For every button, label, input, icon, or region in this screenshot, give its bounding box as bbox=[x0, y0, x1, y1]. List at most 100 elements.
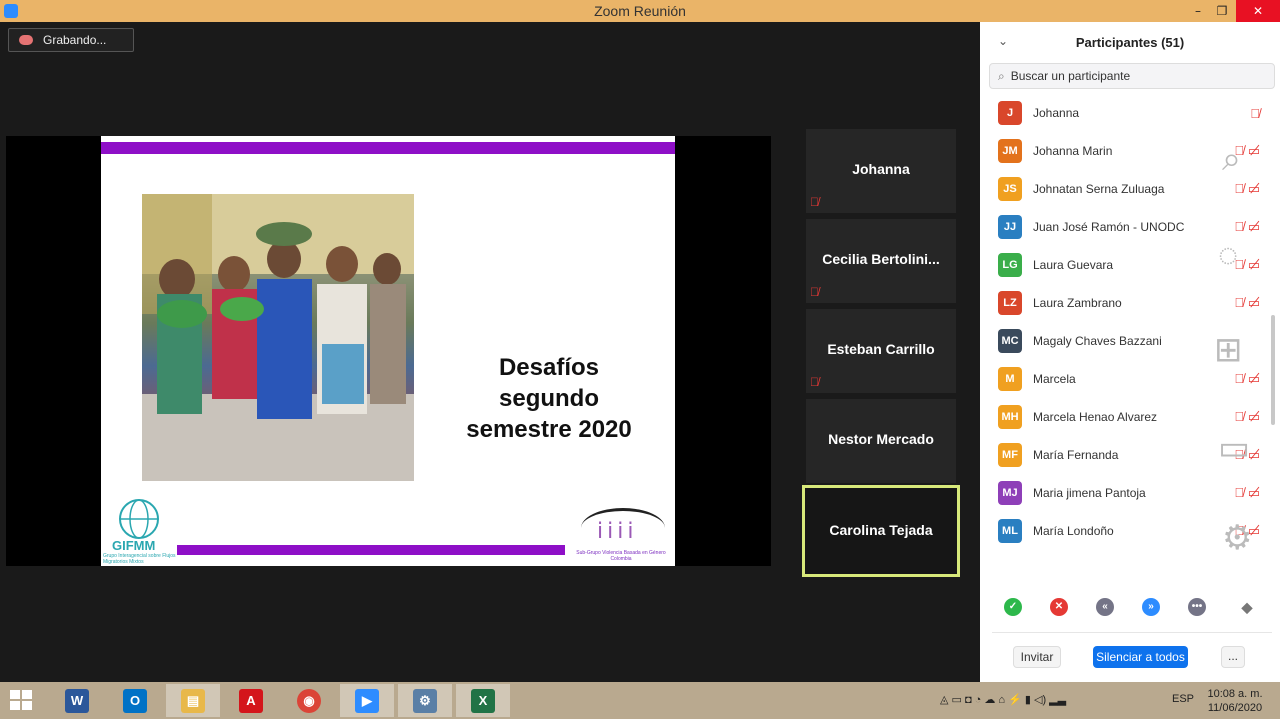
slide-bottom-bar bbox=[177, 545, 565, 555]
clear-eraser-icon[interactable]: ◆ bbox=[1238, 598, 1256, 616]
muted-mic-video-off-icon[interactable]: 🎙̸ ▭̸ bbox=[1234, 371, 1260, 387]
avatar: JJ bbox=[998, 215, 1022, 239]
avatar: JM bbox=[998, 139, 1022, 163]
participant-search-input[interactable]: ⌕ Buscar un participante bbox=[989, 63, 1275, 89]
slide-title-line: semestre 2020 bbox=[466, 416, 632, 443]
video-tile-name: Johanna bbox=[852, 161, 910, 177]
avatar: ML bbox=[998, 519, 1022, 543]
video-tile[interactable]: Esteban Carrillo 🎙̸ bbox=[806, 309, 956, 393]
avatar: MH bbox=[998, 405, 1022, 429]
zoom-icon: ▶ bbox=[355, 689, 379, 713]
windows-start-icon[interactable] bbox=[10, 690, 34, 712]
no-x-icon[interactable]: ✕ bbox=[1050, 598, 1068, 616]
participants-title: Participantes (51) bbox=[1075, 35, 1185, 50]
search-icon: ⌕ bbox=[998, 68, 1005, 83]
participant-row[interactable]: MJ Maria jimena Pantoja 🎙̸ ▭̸ bbox=[980, 474, 1270, 512]
excel-icon: X bbox=[471, 689, 495, 713]
magnifier-icon[interactable]: ⌕ bbox=[1222, 140, 1241, 179]
file-explorer-taskbar-button[interactable]: ▤ bbox=[166, 684, 220, 717]
avatar: M bbox=[998, 367, 1022, 391]
close-button[interactable]: ✕ bbox=[1236, 0, 1280, 22]
avatar: MC bbox=[998, 329, 1022, 353]
avatar: MJ bbox=[998, 481, 1022, 505]
outlook-taskbar-button[interactable]: O bbox=[108, 684, 162, 717]
more-options-button[interactable]: ... bbox=[1221, 646, 1245, 668]
control-panel-taskbar-button[interactable]: ⚙ bbox=[398, 684, 452, 717]
participant-name: Marcela bbox=[1033, 372, 1076, 386]
window-titlebar: Zoom Reunión – ❐ ✕ bbox=[0, 0, 1280, 22]
folder-icon: ▤ bbox=[181, 689, 205, 713]
presentation-slide: Desafíos segundo semestre 2020 GIFMM Gru… bbox=[101, 136, 675, 566]
avatar: J bbox=[998, 101, 1022, 125]
more-reactions-icon[interactable]: ••• bbox=[1188, 598, 1206, 616]
cloud-recording-icon bbox=[19, 35, 33, 45]
tray-icons[interactable]: ◬ ▭ ◘ ◔ ☁ ⌂ ⚡ ▮ ◁) ▂▃ bbox=[940, 693, 1066, 706]
zoom-taskbar-button[interactable]: ▶ bbox=[340, 684, 394, 717]
go-slower-icon[interactable]: « bbox=[1096, 598, 1114, 616]
taskbar-clock[interactable]: 10:08 a. m. 11/06/2020 bbox=[1200, 687, 1270, 715]
windows-taskbar: W O ▤ A ◉ ▶ ⚙ X ◬ ▭ ◘ ◔ ☁ ⌂ ⚡ ▮ ◁) ▂▃ ES… bbox=[0, 682, 1280, 719]
participant-name: Johanna Marin bbox=[1033, 144, 1113, 158]
meeting-area: Grabando... Desafíos segundo semestre 20… bbox=[0, 22, 980, 682]
language-indicator[interactable]: ESP bbox=[1172, 693, 1194, 705]
chrome-taskbar-button[interactable]: ◉ bbox=[282, 684, 336, 717]
go-faster-icon[interactable]: » bbox=[1142, 598, 1160, 616]
video-tile[interactable]: Nestor Mercado bbox=[806, 399, 956, 483]
windows-grid-icon[interactable]: ⊞ bbox=[1214, 330, 1243, 370]
slide-photo bbox=[142, 194, 414, 481]
recording-indicator[interactable]: Grabando... bbox=[8, 28, 134, 52]
slide-title-line: Desafíos bbox=[498, 354, 600, 381]
acrobat-icon: A bbox=[239, 689, 263, 713]
scrollbar-thumb[interactable] bbox=[1271, 315, 1275, 425]
mute-all-button[interactable]: Silenciar a todos bbox=[1093, 646, 1188, 668]
word-taskbar-button[interactable]: W bbox=[50, 684, 104, 717]
excel-taskbar-button[interactable]: X bbox=[456, 684, 510, 717]
video-tile[interactable]: Cecilia Bertolini... 🎙̸ bbox=[806, 219, 956, 303]
participant-row[interactable]: LZ Laura Zambrano 🎙̸ ▭̸ bbox=[980, 284, 1270, 322]
participant-list-scrollbar[interactable] bbox=[1270, 95, 1276, 525]
muted-mic-video-off-icon[interactable]: 🎙̸ ▭̸ bbox=[1234, 181, 1260, 197]
muted-mic-icon: 🎙̸ bbox=[810, 195, 819, 209]
avatar: MF bbox=[998, 443, 1022, 467]
muted-mic-video-off-icon[interactable]: 🎙̸ ▭̸ bbox=[1234, 409, 1260, 425]
gifmm-logo-text: GIFMM bbox=[112, 538, 156, 553]
muted-mic-icon: 🎙̸ bbox=[810, 285, 819, 299]
video-tile-name: Esteban Carrillo bbox=[827, 341, 935, 357]
video-tile-name: Carolina Tejada bbox=[829, 522, 933, 538]
acrobat-taskbar-button[interactable]: A bbox=[224, 684, 278, 717]
participant-name: María Londoño bbox=[1033, 524, 1114, 538]
panel-divider bbox=[992, 632, 1272, 633]
participant-name: Maria jimena Pantoja bbox=[1033, 486, 1146, 500]
maximize-button[interactable]: ❐ bbox=[1208, 0, 1236, 22]
muted-mic-icon[interactable]: 🎙̸ bbox=[1250, 106, 1260, 121]
chrome-icon: ◉ bbox=[297, 689, 321, 713]
network-icon[interactable]: ◌ bbox=[1218, 236, 1238, 275]
slide-title: Desafíos segundo semestre 2020 bbox=[451, 352, 647, 445]
video-tile-active-speaker[interactable]: Carolina Tejada bbox=[802, 485, 960, 577]
muted-mic-video-off-icon[interactable]: 🎙̸ ▭̸ bbox=[1234, 295, 1260, 311]
participant-name: Johnatan Serna Zuluaga bbox=[1033, 182, 1165, 196]
recording-label: Grabando... bbox=[43, 33, 107, 47]
window-title: Zoom Reunión bbox=[594, 3, 686, 19]
video-tile[interactable]: Johanna 🎙̸ bbox=[806, 129, 956, 213]
participant-name: Juan José Ramón - UNODC bbox=[1033, 220, 1185, 234]
muted-mic-video-off-icon[interactable]: 🎙̸ ▭̸ bbox=[1234, 219, 1260, 235]
participant-row[interactable]: J Johanna 🎙̸ bbox=[980, 94, 1270, 132]
logo-figures: ⅰⅰⅰⅰ bbox=[597, 518, 638, 543]
gear-icon[interactable]: ⚙ bbox=[1222, 518, 1252, 558]
yes-check-icon[interactable]: ✓ bbox=[1004, 598, 1022, 616]
devices-icon[interactable]: ▭ bbox=[1218, 428, 1250, 468]
search-placeholder: Buscar un participante bbox=[1010, 69, 1131, 83]
subgroup-vbg-logo: ⅰⅰⅰⅰ Sub-Grupo Violencia Basada en Géner… bbox=[567, 506, 675, 564]
clock-date: 11/06/2020 bbox=[1207, 702, 1263, 714]
muted-mic-video-off-icon[interactable]: 🎙̸ ▭̸ bbox=[1234, 485, 1260, 501]
muted-mic-icon: 🎙̸ bbox=[810, 375, 819, 389]
invite-button[interactable]: Invitar bbox=[1013, 646, 1061, 668]
avatar: LZ bbox=[998, 291, 1022, 315]
video-tile-name: Nestor Mercado bbox=[828, 431, 934, 447]
participant-name: Laura Zambrano bbox=[1033, 296, 1122, 310]
subgroup-logo-caption: Sub-Grupo Violencia Basada en Género Col… bbox=[576, 550, 666, 562]
control-panel-icon: ⚙ bbox=[413, 689, 437, 713]
participant-name: Laura Guevara bbox=[1033, 258, 1114, 272]
participant-name: María Fernanda bbox=[1033, 448, 1119, 462]
